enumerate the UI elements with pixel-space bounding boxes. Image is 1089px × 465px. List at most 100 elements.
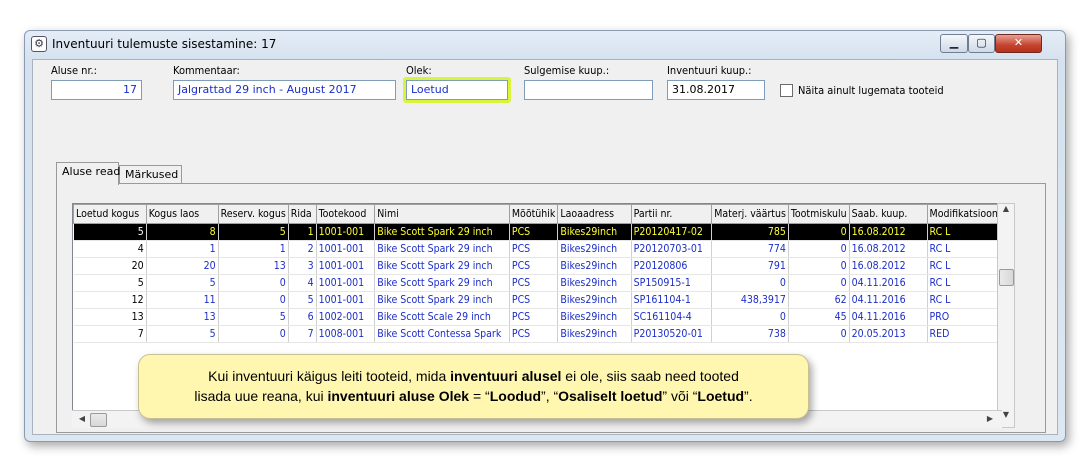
table-cell[interactable]: PRO	[927, 308, 1001, 326]
kommentaar-field[interactable]: Jalgrattad 29 inch - August 2017	[173, 80, 396, 100]
table-cell[interactable]: 0	[711, 274, 789, 292]
maximize-button[interactable]: ▢	[968, 34, 995, 53]
table-cell[interactable]: 791	[711, 257, 789, 275]
table-cell[interactable]: 13	[146, 308, 219, 326]
table-cell[interactable]: P20130520-01	[631, 325, 713, 343]
column-header[interactable]: Tootekood	[315, 204, 376, 224]
table-cell[interactable]: 1001-001	[316, 274, 376, 292]
vertical-scroll-thumb[interactable]	[999, 269, 1014, 286]
table-cell[interactable]: 62	[788, 291, 850, 309]
table-row[interactable]: 12 11 0 5 1001-001 Bike Scott Spark 29 inch PC…	[73, 291, 1001, 309]
column-header[interactable]: Loetud kogus	[73, 204, 147, 224]
table-cell[interactable]: 1001-001	[316, 240, 376, 258]
table-cell[interactable]: 0	[711, 308, 789, 326]
table-cell[interactable]: Bikes29inch	[557, 291, 632, 309]
table-cell[interactable]: 20	[146, 257, 219, 275]
table-cell[interactable]: Bike Scott Spark 29 inch	[374, 274, 510, 292]
table-cell[interactable]: PCS	[509, 257, 559, 275]
table-cell[interactable]: Bike Scott Contessa Spark	[374, 325, 510, 343]
table-cell[interactable]: 0	[788, 257, 850, 275]
table-cell[interactable]: RC L	[927, 291, 1001, 309]
table-cell[interactable]: Bikes29inch	[557, 257, 632, 275]
table-cell[interactable]: PCS	[509, 308, 559, 326]
table-cell[interactable]: 13	[218, 257, 289, 275]
table-cell[interactable]: 7	[73, 325, 147, 343]
naita-checkbox[interactable]	[780, 84, 793, 97]
table-cell[interactable]: PCS	[509, 274, 559, 292]
table-cell[interactable]: 5	[218, 223, 289, 241]
column-header[interactable]: Laoaadress	[557, 204, 632, 224]
table-cell[interactable]: 4	[73, 240, 147, 258]
inventuuri-field[interactable]: 31.08.2017	[667, 80, 765, 100]
table-cell[interactable]: 5	[73, 274, 147, 292]
table-row[interactable]: 5 8 5 1 1001-001 Bike Scott Spark 29 inch PCS B…	[73, 223, 1001, 241]
column-header[interactable]: Tootmiskulu	[787, 204, 850, 224]
table-cell[interactable]: SC161104-4	[631, 308, 713, 326]
table-cell[interactable]: Bikes29inch	[557, 274, 632, 292]
scroll-right-arrow[interactable]: ▶	[982, 414, 998, 423]
sulgemise-field[interactable]	[524, 80, 653, 100]
table-cell[interactable]: 04.11.2016	[849, 308, 928, 326]
table-cell[interactable]: P20120417-02	[631, 223, 713, 241]
table-cell[interactable]: 11	[146, 291, 219, 309]
table-cell[interactable]: SP150915-1	[631, 274, 713, 292]
table-cell[interactable]: 20.05.2013	[849, 325, 928, 343]
table-cell[interactable]: 0	[788, 223, 850, 241]
table-cell[interactable]: PCS	[509, 223, 559, 241]
table-cell[interactable]: RC L	[927, 274, 1001, 292]
table-cell[interactable]: 6	[288, 308, 317, 326]
table-cell[interactable]: 4	[288, 274, 317, 292]
table-cell[interactable]: RC L	[927, 240, 1001, 258]
table-cell[interactable]: 12	[73, 291, 147, 309]
tab-markused[interactable]: Märkused	[119, 165, 182, 184]
table-cell[interactable]: 774	[711, 240, 789, 258]
table-cell[interactable]: Bikes29inch	[557, 325, 632, 343]
table-cell[interactable]: 04.11.2016	[849, 274, 928, 292]
table-cell[interactable]: 5	[146, 274, 219, 292]
table-cell[interactable]: 1	[218, 240, 289, 258]
table-cell[interactable]: 1	[288, 223, 317, 241]
table-row[interactable]: 5 5 0 4 1001-001 Bike Scott Spark 29 inch PCS B…	[73, 274, 1001, 292]
column-header[interactable]: Nimi	[374, 204, 510, 224]
close-button[interactable]: ✕	[995, 34, 1042, 53]
table-cell[interactable]: 0	[218, 274, 289, 292]
alus-field[interactable]: 17	[51, 80, 142, 100]
table-cell[interactable]: PCS	[509, 240, 559, 258]
table-cell[interactable]: 45	[788, 308, 850, 326]
table-cell[interactable]: 7	[288, 325, 317, 343]
table-cell[interactable]: 785	[711, 223, 789, 241]
table-cell[interactable]: 0	[218, 291, 289, 309]
table-row[interactable]: 4 1 1 2 1001-001 Bike Scott Spark 29 inch PCS B…	[73, 240, 1001, 258]
table-cell[interactable]: 3	[288, 257, 317, 275]
column-header[interactable]: Mõõtühik	[508, 204, 559, 224]
column-header[interactable]: Reserv. kogus	[217, 204, 289, 224]
table-cell[interactable]: 1001-001	[316, 257, 376, 275]
table-cell[interactable]: 0	[218, 325, 289, 343]
table-cell[interactable]: 16.08.2012	[849, 240, 928, 258]
table-cell[interactable]: P20120806	[631, 257, 713, 275]
table-cell[interactable]: 438,3917	[711, 291, 789, 309]
table-cell[interactable]: 1002-001	[316, 308, 376, 326]
table-cell[interactable]: 5	[73, 223, 147, 241]
table-cell[interactable]: 20	[73, 257, 147, 275]
scroll-left-arrow[interactable]: ◀	[74, 414, 90, 423]
table-cell[interactable]: 1001-001	[316, 223, 376, 241]
table-cell[interactable]: 5	[218, 308, 289, 326]
table-cell[interactable]: Bikes29inch	[557, 308, 632, 326]
minimize-button[interactable]: ▁	[940, 34, 968, 53]
table-cell[interactable]: 1	[146, 240, 219, 258]
table-cell[interactable]: Bike Scott Spark 29 inch	[374, 240, 510, 258]
table-cell[interactable]: 5	[146, 325, 219, 343]
title-bar[interactable]: ⚙ Inventuuri tulemuste sisestamine: 17 ▁…	[25, 31, 1065, 57]
table-cell[interactable]: SP161104-1	[631, 291, 713, 309]
column-header[interactable]: Kogus laos	[145, 204, 219, 224]
table-cell[interactable]: RC L	[927, 257, 1001, 275]
column-header[interactable]: Partii nr.	[630, 204, 713, 224]
table-row[interactable]: 13 13 5 6 1002-001 Bike Scott Scale 29 inch PC…	[73, 308, 1001, 326]
table-cell[interactable]: Bikes29inch	[557, 223, 632, 241]
table-cell[interactable]: 04.11.2016	[849, 291, 928, 309]
table-cell[interactable]: PCS	[509, 291, 559, 309]
table-cell[interactable]: 0	[788, 274, 850, 292]
table-cell[interactable]: Bike Scott Spark 29 inch	[374, 223, 510, 241]
column-header[interactable]: Saab. kuup.	[848, 204, 928, 224]
